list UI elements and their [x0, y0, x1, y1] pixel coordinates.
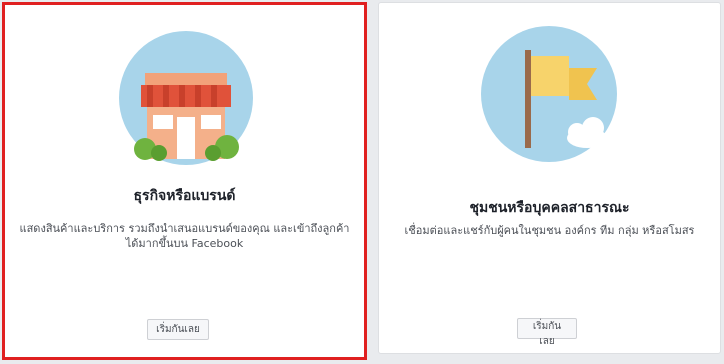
business-brand-card[interactable]: ธุรกิจหรือแบรนด์ แสดงสินค้าและบริการ รวม…: [2, 2, 367, 360]
get-started-button[interactable]: เริ่มกันเลย: [517, 318, 577, 347]
card-description: แสดงสินค้าและบริการ รวมถึงนำเสนอแบรนด์ขอ…: [19, 222, 350, 250]
storefront-icon: [119, 31, 253, 165]
card-title: ชุมชนหรือบุคคลสาธารณะ: [469, 200, 630, 216]
card-description: เชื่อมต่อและแชร์กับผู้คนในชุมชน องค์กร ท…: [404, 224, 695, 237]
flag-icon: [481, 26, 617, 162]
community-public-figure-card[interactable]: ชุมชนหรือบุคคลสาธารณะ เชื่อมต่อและแชร์กั…: [378, 2, 721, 354]
get-started-button[interactable]: เริ่มกันเลย: [147, 319, 209, 340]
card-title: ธุรกิจหรือแบรนด์: [133, 188, 236, 204]
